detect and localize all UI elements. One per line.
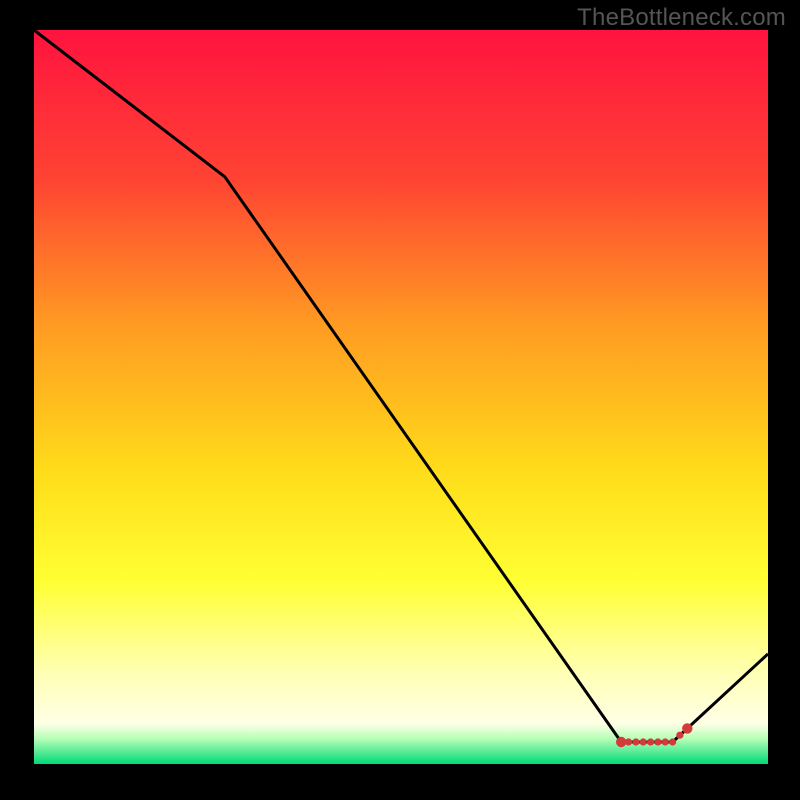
marker-dot: [640, 738, 647, 745]
marker-dot: [647, 738, 654, 745]
chart-container: TheBottleneck.com: [0, 0, 800, 800]
marker-dot: [676, 732, 683, 739]
marker-dot: [662, 738, 669, 745]
watermark-text: TheBottleneck.com: [577, 4, 786, 32]
bottleneck-chart: [0, 0, 800, 800]
marker-dot: [682, 723, 692, 733]
marker-dot: [654, 738, 661, 745]
marker-dot: [616, 737, 626, 747]
marker-dot: [632, 738, 639, 745]
marker-dot: [625, 738, 632, 745]
marker-dot: [669, 738, 676, 745]
chart-gradient-bg: [34, 30, 768, 764]
